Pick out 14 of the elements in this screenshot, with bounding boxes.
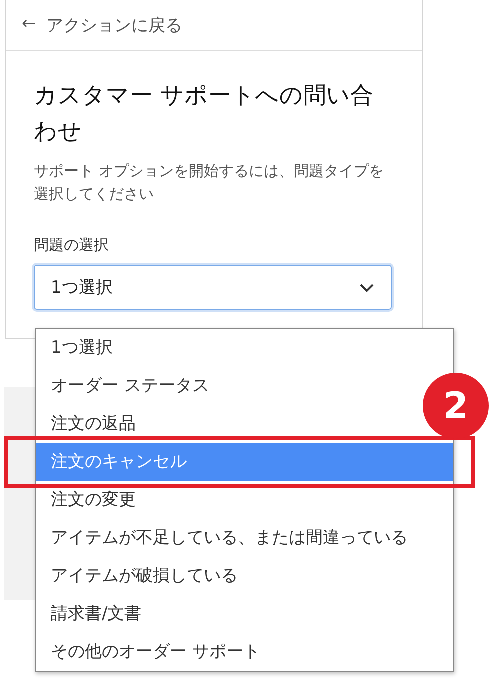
dropdown-option[interactable]: 注文の変更 [51,490,136,510]
dropdown-option[interactable]: 請求書/文書 [51,604,142,624]
dropdown-option[interactable]: その他のオーダー サポート [51,642,260,662]
chevron-down-icon [359,282,375,292]
dropdown-option[interactable]: アイテムが破損している [51,566,238,586]
description-text: サポート オプションを開始するには、問題タイプを選択してください [34,161,385,205]
issue-dropdown[interactable]: 1つ選択 [34,265,392,310]
dropdown-option[interactable]: 注文の返品 [51,414,136,434]
back-link[interactable]: ← アクションに戻る [22,14,182,36]
page-title: カスタマー サポートへの問い合わせ [34,82,374,147]
dropdown-option[interactable]: 1つ選択 [51,338,113,358]
field-label: 問題の選択 [34,236,110,255]
dropdown-option[interactable]: アイテムが不足している、または間違っている [51,528,408,548]
dropdown-option[interactable]: オーダー ステータス [51,376,210,396]
